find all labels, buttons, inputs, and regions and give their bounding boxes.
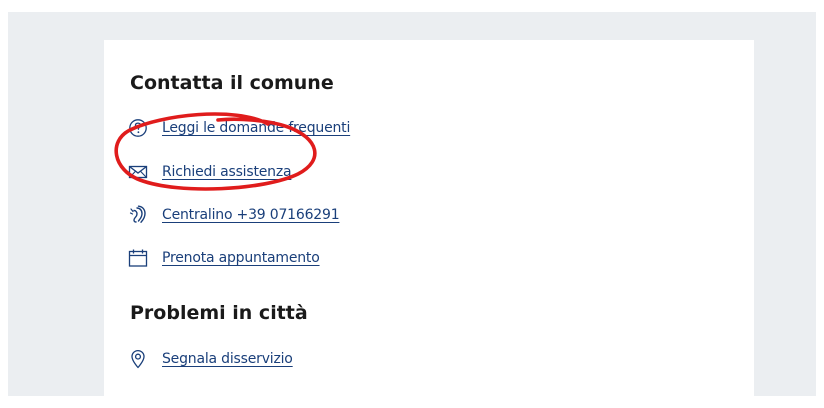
link-label: Centralino +39 07166291 (162, 207, 340, 223)
section-title-problemi: Problemi in città (130, 302, 308, 324)
calendar-icon (127, 247, 149, 269)
link-label: Segnala disservizio (162, 351, 293, 367)
help-circle-icon (127, 117, 149, 139)
page-background: Contatta il comune Leggi le domande freq… (8, 12, 816, 396)
envelope-icon (127, 161, 149, 183)
map-marker-icon (127, 348, 149, 370)
link-label: Prenota appuntamento (162, 250, 320, 266)
link-richiedi-assistenza[interactable]: Richiedi assistenza (127, 160, 292, 184)
link-segnala-disservizio[interactable]: Segnala disservizio (127, 347, 293, 371)
link-prenota-appuntamento[interactable]: Prenota appuntamento (127, 246, 320, 270)
contact-card: Contatta il comune Leggi le domande freq… (104, 40, 754, 396)
link-domande-frequenti[interactable]: Leggi le domande frequenti (127, 116, 350, 140)
link-centralino[interactable]: Centralino +39 07166291 (127, 203, 340, 227)
section-title-contatta: Contatta il comune (130, 72, 334, 94)
hearing-icon (127, 204, 149, 226)
link-label: Leggi le domande frequenti (162, 120, 351, 136)
link-label: Richiedi assistenza (162, 164, 292, 180)
